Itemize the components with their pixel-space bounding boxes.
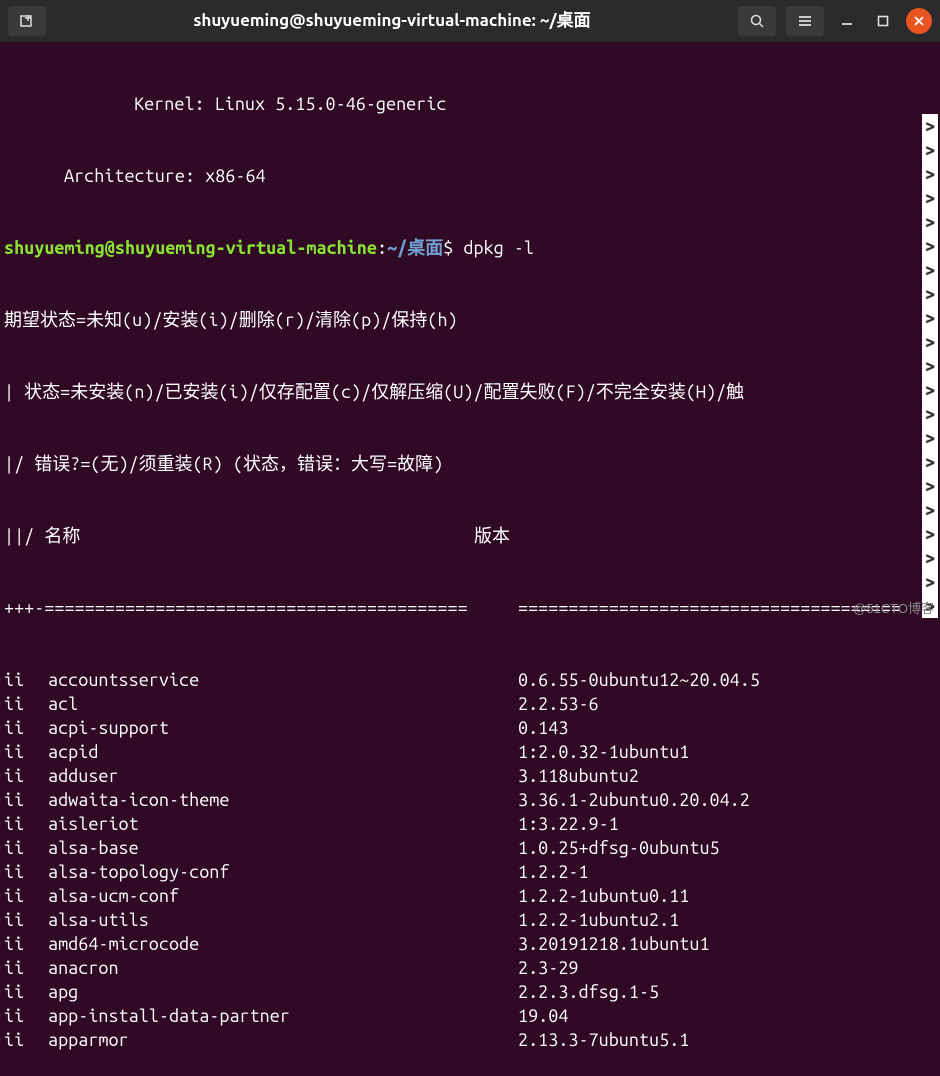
search-icon bbox=[749, 13, 765, 29]
separator-line: +++-====================================… bbox=[4, 596, 936, 620]
pkg-name: accountsservice bbox=[48, 668, 518, 692]
legend-line-2: | 状态=未安装(n)/已安装(i)/仅存配置(c)/仅解压缩(U)/配置失败(… bbox=[4, 380, 936, 404]
pkg-name: apg bbox=[48, 980, 518, 1004]
pkg-version: 3.36.1-2ubuntu0.20.04.2 bbox=[518, 788, 936, 812]
pkg-status: ii bbox=[4, 668, 48, 692]
prompt-line: shuyueming@shuyueming-virtual-machine:~/… bbox=[4, 236, 936, 260]
package-row: iiacl2.2.53-6 bbox=[4, 692, 936, 716]
package-row: iiaisleriot1:3.22.9-1 bbox=[4, 812, 936, 836]
pkg-version: 1.2.2-1ubuntu0.11 bbox=[518, 884, 936, 908]
pkg-version: 1.2.2-1ubuntu2.1 bbox=[518, 908, 936, 932]
legend-line-3: |/ 错误?=(无)/须重装(R) (状态，错误：大写=故障) bbox=[4, 452, 936, 476]
package-row: iiapp-install-data-partner19.04 bbox=[4, 1004, 936, 1028]
package-row: iianacron2.3-29 bbox=[4, 956, 936, 980]
continuation-column: >>>>>>>>>>>>>>>>>>>>> bbox=[922, 114, 938, 618]
pkg-status: ii bbox=[4, 716, 48, 740]
pkg-status: ii bbox=[4, 1028, 48, 1052]
pkg-version: 19.04 bbox=[518, 1004, 936, 1028]
pkg-name: app-install-data-partner bbox=[48, 1004, 518, 1028]
pkg-status: ii bbox=[4, 764, 48, 788]
maximize-icon bbox=[877, 15, 889, 27]
pkg-name: alsa-ucm-conf bbox=[48, 884, 518, 908]
package-row: iiaccountsservice0.6.55-0ubuntu12~20.04.… bbox=[4, 668, 936, 692]
pkg-status: ii bbox=[4, 932, 48, 956]
kernel-line: Kernel: Linux 5.15.0-46-generic bbox=[134, 92, 936, 116]
pkg-version: 3.118ubuntu2 bbox=[518, 764, 936, 788]
pkg-status: ii bbox=[4, 884, 48, 908]
new-tab-button[interactable] bbox=[8, 6, 46, 36]
package-row: iialsa-topology-conf1.2.2-1 bbox=[4, 860, 936, 884]
maximize-button[interactable] bbox=[870, 8, 896, 34]
package-row: iialsa-ucm-conf1.2.2-1ubuntu0.11 bbox=[4, 884, 936, 908]
pkg-status: ii bbox=[4, 908, 48, 932]
package-row: iiapg2.2.3.dfsg.1-5 bbox=[4, 980, 936, 1004]
pkg-version: 2.2.3.dfsg.1-5 bbox=[518, 980, 936, 1004]
pkg-version: 3.20191218.1ubuntu1 bbox=[518, 932, 936, 956]
terminal-output[interactable]: Kernel: Linux 5.15.0-46-generic Architec… bbox=[0, 42, 940, 1076]
column-header: ||/ 名称 版本 bbox=[4, 524, 936, 548]
pkg-status: ii bbox=[4, 860, 48, 884]
arch-line: Architecture: x86-64 bbox=[64, 164, 936, 188]
pkg-version: 2.13.3-7ubuntu5.1 bbox=[518, 1028, 936, 1052]
pkg-status: ii bbox=[4, 980, 48, 1004]
pkg-version: 1:3.22.9-1 bbox=[518, 812, 936, 836]
pkg-status: ii bbox=[4, 1004, 48, 1028]
package-row: iialsa-utils1.2.2-1ubuntu2.1 bbox=[4, 908, 936, 932]
legend-line-1: 期望状态=未知(u)/安装(i)/删除(r)/清除(p)/保持(h) bbox=[4, 308, 936, 332]
close-button[interactable] bbox=[906, 8, 932, 34]
pkg-status: ii bbox=[4, 812, 48, 836]
window-title: shuyueming@shuyueming-virtual-machine: ~… bbox=[54, 9, 730, 33]
pkg-version: 1.2.2-1 bbox=[518, 860, 936, 884]
pkg-version: 2.3-29 bbox=[518, 956, 936, 980]
package-list: iiaccountsservice0.6.55-0ubuntu12~20.04.… bbox=[4, 668, 936, 1052]
pkg-name: aisleriot bbox=[48, 812, 518, 836]
pkg-status: ii bbox=[4, 836, 48, 860]
pkg-name: adduser bbox=[48, 764, 518, 788]
package-row: iiadduser3.118ubuntu2 bbox=[4, 764, 936, 788]
pkg-version: 2.2.53-6 bbox=[518, 692, 936, 716]
pkg-name: acpi-support bbox=[48, 716, 518, 740]
pkg-version: 1:2.0.32-1ubuntu1 bbox=[518, 740, 936, 764]
pkg-name: anacron bbox=[48, 956, 518, 980]
search-button[interactable] bbox=[738, 6, 776, 36]
minimize-button[interactable] bbox=[834, 8, 860, 34]
pkg-name: amd64-microcode bbox=[48, 932, 518, 956]
package-row: iiacpid1:2.0.32-1ubuntu1 bbox=[4, 740, 936, 764]
menu-button[interactable] bbox=[786, 6, 824, 36]
pkg-name: alsa-topology-conf bbox=[48, 860, 518, 884]
pkg-status: ii bbox=[4, 692, 48, 716]
prompt-user: shuyueming@shuyueming-virtual-machine bbox=[4, 238, 377, 258]
pkg-name: adwaita-icon-theme bbox=[48, 788, 518, 812]
pkg-status: ii bbox=[4, 740, 48, 764]
pkg-name: apparmor bbox=[48, 1028, 518, 1052]
pkg-name: acl bbox=[48, 692, 518, 716]
package-row: iialsa-base1.0.25+dfsg-0ubuntu5 bbox=[4, 836, 936, 860]
package-row: iiadwaita-icon-theme3.36.1-2ubuntu0.20.0… bbox=[4, 788, 936, 812]
pkg-version: 0.6.55-0ubuntu12~20.04.5 bbox=[518, 668, 936, 692]
titlebar: shuyueming@shuyueming-virtual-machine: ~… bbox=[0, 0, 940, 42]
pkg-name: acpid bbox=[48, 740, 518, 764]
pkg-name: alsa-base bbox=[48, 836, 518, 860]
minimize-icon bbox=[841, 15, 853, 27]
pkg-version: 0.143 bbox=[518, 716, 936, 740]
prompt-path: ~/桌面 bbox=[387, 238, 443, 258]
pkg-version: 1.0.25+dfsg-0ubuntu5 bbox=[518, 836, 936, 860]
close-icon bbox=[914, 16, 924, 26]
pkg-name: alsa-utils bbox=[48, 908, 518, 932]
hamburger-icon bbox=[797, 13, 813, 29]
pkg-status: ii bbox=[4, 788, 48, 812]
pkg-status: ii bbox=[4, 956, 48, 980]
watermark: @51CTO博客 bbox=[853, 597, 934, 621]
new-tab-icon bbox=[19, 13, 35, 29]
package-row: iiacpi-support0.143 bbox=[4, 716, 936, 740]
package-row: iiamd64-microcode3.20191218.1ubuntu1 bbox=[4, 932, 936, 956]
package-row: iiapparmor2.13.3-7ubuntu5.1 bbox=[4, 1028, 936, 1052]
command-text: dpkg -l bbox=[463, 238, 534, 258]
